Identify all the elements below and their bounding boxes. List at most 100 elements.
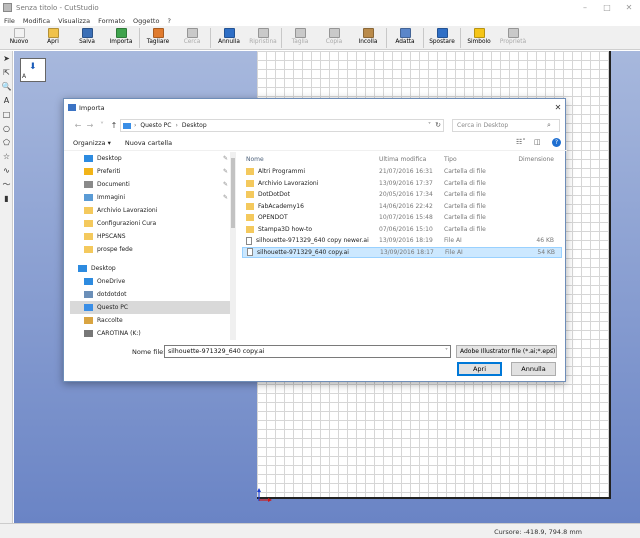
toolbar-spostare-button[interactable]: Spostare [425,26,459,49]
forward-arrow-icon[interactable]: → [84,121,96,130]
organize-button[interactable]: Organizza ▾ [73,139,111,147]
freehand-tool-icon[interactable]: 〜 [0,177,13,191]
polygon-tool-icon[interactable]: ⬠ [0,135,13,149]
nav-item-carotina-k[interactable]: CAROTINA (K:) [70,327,236,340]
file-row[interactable]: silhouette-971329_640 copy newer.ai 13/09… [242,235,562,247]
toolbar-cerca-button[interactable]: Cerca [175,26,209,49]
back-arrow-icon[interactable]: ← [72,121,84,130]
folder-icon [84,233,93,240]
minimize-button[interactable]: – [574,3,596,12]
nav-item-configurazioni-cura[interactable]: Configurazioni Cura [70,217,236,230]
toolbar-label: Copia [325,39,343,45]
toolbar-simbolo-button[interactable]: Simbolo [462,26,496,49]
node-edit-icon[interactable]: ⇱ [0,65,13,79]
menu-file[interactable]: File [0,17,19,25]
eraser-tool-icon[interactable]: ▮ [0,191,13,205]
file-name: Archivio Lavorazioni [258,179,319,187]
documents-icon [84,181,93,188]
toolbar-propriet-button[interactable]: Proprietà [496,26,530,49]
toolbar-apri-button[interactable]: Apri [36,26,70,49]
column-name[interactable]: Nome [242,156,379,163]
column-date[interactable]: Ultima modifica [379,156,444,163]
preview-pane-icon[interactable]: ◫ [534,138,544,146]
file-type-value: Adobe Illustrator file (*.ai;*.eps) [460,348,556,355]
column-type[interactable]: Tipo [444,156,509,163]
new-folder-button[interactable]: Nuova cartella [125,139,172,147]
toolbar-nuovo-button[interactable]: Nuovo [2,26,36,49]
recent-dropdown-icon[interactable]: ˅ [96,121,108,130]
nav-item-dotdotdot[interactable]: dotdotdot [70,288,236,301]
toolbar-taglia-button[interactable]: Taglia [283,26,317,49]
file-row[interactable]: Archivio Lavorazioni 13/09/2016 17:37 Cart… [242,178,562,190]
toolbar-copia-button[interactable]: Copia [317,26,351,49]
file-row[interactable]: silhouette-971329_640 copy.ai 13/09/2016 … [242,246,562,258]
view-options-icon[interactable]: ☷˅ [516,138,526,146]
menu-formato[interactable]: Formato [94,17,129,25]
cancel-button[interactable]: Annulla [511,362,556,376]
file-row[interactable]: OPENDOT 10/07/2016 15:48 Cartella di file [242,212,562,224]
breadcrumb-this-pc[interactable]: Questo PC [140,122,171,129]
pictures-icon [84,194,93,201]
desktop-icon [78,265,87,272]
nav-scrollbar[interactable] [230,152,236,340]
up-arrow-icon[interactable]: ↑ [108,121,120,130]
select-arrow-icon[interactable]: ➤ [0,51,13,65]
filename-dropdown-icon[interactable]: ˅ [445,348,448,355]
menu-modifica[interactable]: Modifica [19,17,54,25]
file-type-cell: File AI [444,237,462,245]
toolbar-importa-button[interactable]: Importa [104,26,138,49]
file-row[interactable]: FabAcademy16 14/06/2016 22:42 Cartella di … [242,201,562,213]
cursor-position: Cursore: -418.9, 794.8 mm [494,528,582,536]
open-button[interactable]: Apri [457,362,502,376]
filename-field[interactable]: silhouette-971329_640 copy.ai ˅ [164,345,451,358]
nav-item-onedrive[interactable]: OneDrive [70,275,236,288]
nav-item-prospe-fede[interactable]: prospe fede [70,243,236,256]
nav-item-desktop[interactable]: Desktop [70,262,236,275]
file-row[interactable]: DotDotDot 20/05/2016 17:34 Cartella di fil… [242,189,562,201]
pin-icon[interactable]: ✎ [223,155,228,162]
close-button[interactable]: ✕ [618,3,640,12]
refresh-icon[interactable]: ↻ [435,121,441,129]
menu-help[interactable]: ? [163,17,174,25]
address-dropdown-icon[interactable]: ˅ [428,122,431,129]
pin-icon[interactable]: ✎ [223,194,228,201]
nav-item-documenti[interactable]: Documenti ✎ [70,178,236,191]
nav-item-raccolte[interactable]: Raccolte [70,314,236,327]
nav-item-desktop[interactable]: Desktop ✎ [70,152,236,165]
pin-icon[interactable]: ✎ [223,181,228,188]
dialog-close-button[interactable]: ✕ [551,103,565,112]
toolbar-adatta-button[interactable]: Adatta [388,26,422,49]
help-icon[interactable]: ? [552,138,561,147]
nav-item-preferiti[interactable]: Preferiti ✎ [70,165,236,178]
zoom-icon[interactable]: 🔍 [0,79,13,93]
breadcrumb-desktop[interactable]: Desktop [182,122,207,129]
rectangle-tool-icon[interactable]: □ [0,107,13,121]
toolbar-incolla-button[interactable]: Incolla [351,26,385,49]
address-bar[interactable]: › Questo PC › Desktop ˅ ↻ [120,119,444,132]
fit-icon [399,28,411,38]
nav-item-questo-pc[interactable]: Questo PC [70,301,236,314]
toolbar-salva-button[interactable]: Salva [70,26,104,49]
text-tool-icon[interactable]: A [0,93,13,107]
toolbar-annulla-button[interactable]: Annulla [212,26,246,49]
menu-visualizza[interactable]: Visualizza [54,17,94,25]
search-input[interactable]: Cerca in Desktop ⌕ [452,119,560,132]
star-tool-icon[interactable]: ☆ [0,149,13,163]
nav-item-immagini[interactable]: Immagini ✎ [70,191,236,204]
menu-oggetto[interactable]: Oggetto [129,17,163,25]
nav-item-hpscans[interactable]: HPSCANS [70,230,236,243]
toolbar-ripristina-button[interactable]: Ripristina [246,26,280,49]
pin-icon[interactable]: ✎ [223,168,228,175]
curve-tool-icon[interactable]: ∿ [0,163,13,177]
file-type-select[interactable]: Adobe Illustrator file (*.ai;*.eps) ˅ [456,345,557,358]
document-thumbnail[interactable]: ⬇ A [20,58,46,82]
toolbar-label: Annulla [218,39,240,45]
nav-scroll-thumb[interactable] [231,158,235,228]
nav-item-archivio-lavorazioni[interactable]: Archivio Lavorazioni [70,204,236,217]
file-row[interactable]: Stampa3D how-to 07/06/2016 15:10 Cartella … [242,224,562,236]
toolbar-tagliare-button[interactable]: Tagliare [141,26,175,49]
maximize-button[interactable]: □ [596,3,618,12]
file-row[interactable]: Altri Programmi 21/07/2016 16:31 Cartella … [242,166,562,178]
column-size[interactable]: Dimensione [509,156,554,163]
ellipse-tool-icon[interactable]: ○ [0,121,13,135]
